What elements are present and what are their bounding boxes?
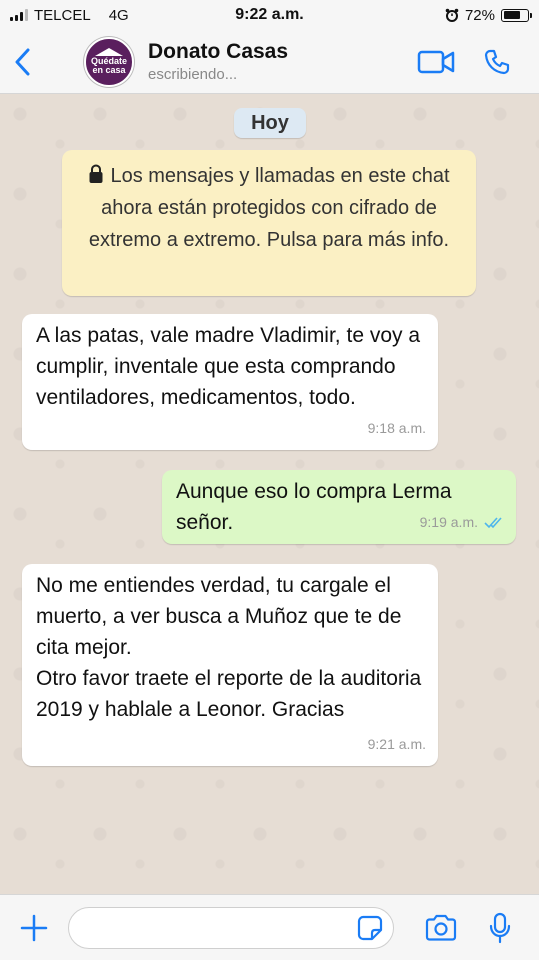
sticker-button[interactable] xyxy=(357,915,383,941)
plus-icon xyxy=(20,914,48,941)
house-roof-icon xyxy=(95,47,123,56)
signal-icon xyxy=(10,9,28,21)
status-right: 72% xyxy=(445,6,532,24)
carrier-label: TELCEL xyxy=(34,6,91,24)
message-time-label: 9:18 a.m. xyxy=(367,420,426,436)
lock-icon xyxy=(89,164,103,183)
avatar-text: Quédate en casa xyxy=(90,55,127,75)
message-text: A las patas, vale madre Vladimir, te voy… xyxy=(36,324,421,409)
chevron-left-icon xyxy=(15,48,30,75)
sticker-icon xyxy=(357,915,383,940)
input-actions xyxy=(424,912,512,944)
input-bar xyxy=(0,894,539,960)
camera-button[interactable] xyxy=(424,914,458,942)
microphone-button[interactable] xyxy=(488,912,512,944)
status-left: TELCEL 4G xyxy=(10,7,129,24)
avatar[interactable]: Quédate en casa xyxy=(84,36,134,87)
battery-percent: 72% xyxy=(464,6,495,24)
video-call-button[interactable] xyxy=(417,49,455,75)
message-time-label: 9:21 a.m. xyxy=(367,736,426,752)
message-bubble-incoming[interactable]: A las patas, vale madre Vladimir, te voy… xyxy=(22,314,438,450)
status-bar: TELCEL 4G 9:22 a.m. 72% xyxy=(0,0,539,30)
message-input[interactable] xyxy=(68,906,394,949)
message-bubble-incoming[interactable]: No me entiendes verdad, tu cargale el mu… xyxy=(22,564,438,766)
encryption-notice[interactable]: Los mensajes y llamadas en este chat aho… xyxy=(62,150,476,296)
chat-header: Quédate en casa Donato Casas escribiendo… xyxy=(0,30,539,94)
camera-icon xyxy=(425,914,457,941)
contact-info[interactable]: Donato Casas escribiendo... xyxy=(148,40,288,83)
double-check-icon xyxy=(484,516,502,528)
back-button[interactable] xyxy=(0,30,44,94)
battery-icon xyxy=(501,8,532,22)
message-bubble-outgoing[interactable]: Aunque eso lo compra Lerma señor. 9:19 a… xyxy=(162,470,516,544)
microphone-icon xyxy=(489,912,511,943)
date-divider: Hoy xyxy=(234,108,306,138)
message-time: 9:19 a.m. xyxy=(420,507,504,538)
alarm-icon xyxy=(445,8,459,22)
encryption-notice-text: Los mensajes y llamadas en este chat aho… xyxy=(88,165,450,251)
contact-status: escribiendo... xyxy=(148,66,238,83)
message-time: 9:18 a.m. xyxy=(368,413,426,444)
add-attachment-button[interactable] xyxy=(14,908,54,948)
message-time: 9:21 a.m. xyxy=(368,729,426,760)
message-time-label: 9:19 a.m. xyxy=(419,514,478,530)
video-camera-icon xyxy=(417,50,455,73)
message-text: No me entiendes verdad, tu cargale el mu… xyxy=(36,574,422,721)
phone-icon xyxy=(484,49,510,74)
status-time: 9:22 a.m. xyxy=(235,6,304,23)
network-label: 4G xyxy=(108,6,129,24)
chat-area[interactable]: Hoy Los mensajes y llamadas en este chat… xyxy=(0,94,539,894)
contact-name: Donato Casas xyxy=(148,40,289,63)
battery-fill xyxy=(503,11,521,19)
voice-call-button[interactable] xyxy=(483,48,511,76)
header-actions xyxy=(417,48,539,76)
